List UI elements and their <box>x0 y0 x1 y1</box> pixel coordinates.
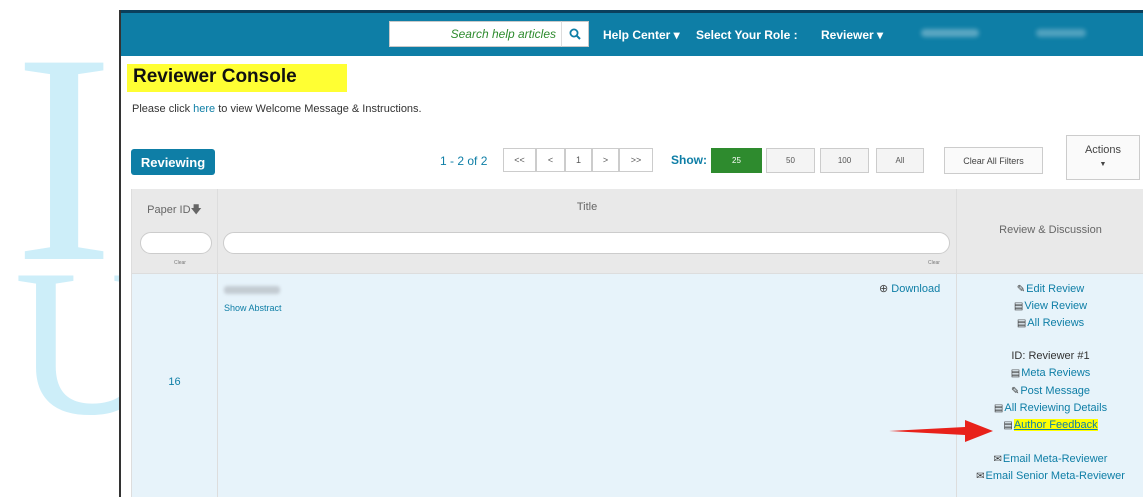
page-size-100-button[interactable]: 100 <box>820 148 869 173</box>
page-size-50-button[interactable]: 50 <box>766 148 815 173</box>
pager-last-button[interactable]: >> <box>619 148 653 172</box>
help-center-menu[interactable]: Help Center ▾ <box>603 28 680 42</box>
redacted-user-name <box>921 29 979 37</box>
submissions-table: Paper ID🡇 Title Review & Discussion Clea… <box>131 189 1143 497</box>
page-size-25-button[interactable]: 25 <box>711 148 762 173</box>
paper-id-filter-input[interactable] <box>140 232 212 254</box>
welcome-here-link[interactable]: here <box>193 103 215 115</box>
column-header-title[interactable]: Title <box>218 201 956 213</box>
search-icon <box>569 28 581 40</box>
all-reviews-link[interactable]: ▤All Reviews <box>957 317 1143 329</box>
all-reviewing-details-link[interactable]: ▤All Reviewing Details <box>957 402 1143 414</box>
help-search-input[interactable]: Search help articles <box>389 21 561 47</box>
page-title: Reviewer Console <box>127 64 347 92</box>
download-icon: ⊕ <box>879 283 889 295</box>
actions-label: Actions <box>1084 144 1122 156</box>
caret-down-icon: ▼ <box>1099 161 1107 168</box>
edit-review-link[interactable]: ✎Edit Review <box>957 283 1143 295</box>
actions-dropdown-button[interactable]: Actions ▼ <box>1066 135 1140 180</box>
background-watermark: I U <box>0 0 120 497</box>
list-icon: ▤ <box>993 403 1004 414</box>
clear-paper-id-filter-link[interactable]: Clear <box>174 260 186 266</box>
paper-id-cell: 16 <box>168 376 181 388</box>
list-icon: ▤ <box>1016 318 1027 329</box>
header-divider <box>132 273 1143 274</box>
select-role-label: Select Your Role : <box>696 28 798 42</box>
meta-reviews-link[interactable]: ▤Meta Reviews <box>957 367 1143 379</box>
document-icon: ▤ <box>1010 368 1021 379</box>
role-dropdown[interactable]: Reviewer ▾ <box>821 28 883 42</box>
show-abstract-link[interactable]: Show Abstract <box>224 303 282 313</box>
welcome-message: Please click here to view Welcome Messag… <box>132 103 422 115</box>
download-link[interactable]: ⊕ Download <box>879 282 940 295</box>
email-senior-meta-reviewer-link[interactable]: ✉Email Senior Meta-Reviewer <box>957 470 1143 482</box>
edit-icon: ✎ <box>1010 386 1020 397</box>
document-icon: ▤ <box>1013 301 1024 312</box>
title-filter-input[interactable] <box>223 232 950 254</box>
envelope-icon: ✉ <box>993 454 1002 465</box>
document-icon: ▤ <box>1003 420 1013 431</box>
clear-all-filters-button[interactable]: Clear All Filters <box>944 147 1043 174</box>
window-left-border <box>119 10 121 497</box>
view-review-link[interactable]: ▤View Review <box>957 300 1143 312</box>
page-size-all-button[interactable]: All <box>876 148 924 173</box>
show-label: Show: <box>671 153 707 167</box>
redacted-paper-title <box>224 286 280 294</box>
edit-icon: ✎ <box>1016 284 1026 295</box>
reviewer-id-label: ID: Reviewer #1 <box>1011 350 1090 362</box>
red-arrow-annotation <box>889 420 993 442</box>
column-header-review-discussion: Review & Discussion <box>999 224 1102 236</box>
email-meta-reviewer-link[interactable]: ✉Email Meta-Reviewer <box>957 453 1143 465</box>
pager-first-button[interactable]: << <box>503 148 536 172</box>
results-range: 1 - 2 of 2 <box>440 154 488 168</box>
pager-page-1-button[interactable]: 1 <box>565 148 592 172</box>
clear-title-filter-link[interactable]: Clear <box>928 260 940 266</box>
column-divider <box>217 189 218 497</box>
column-header-paper-id[interactable]: Paper ID🡇 <box>132 201 217 220</box>
top-navigation-bar: Search help articles Help Center ▾ Selec… <box>121 10 1143 56</box>
redacted-user-menu <box>1036 29 1086 37</box>
tab-reviewing[interactable]: Reviewing <box>131 149 215 175</box>
pager-prev-button[interactable]: < <box>536 148 565 172</box>
post-message-link[interactable]: ✎Post Message <box>957 385 1143 397</box>
sort-arrow-down-icon: 🡇 <box>190 204 202 216</box>
pager-next-button[interactable]: > <box>592 148 619 172</box>
envelope-icon: ✉ <box>976 471 985 482</box>
search-button[interactable] <box>561 21 589 47</box>
watermark-letter-u: U <box>14 227 120 459</box>
